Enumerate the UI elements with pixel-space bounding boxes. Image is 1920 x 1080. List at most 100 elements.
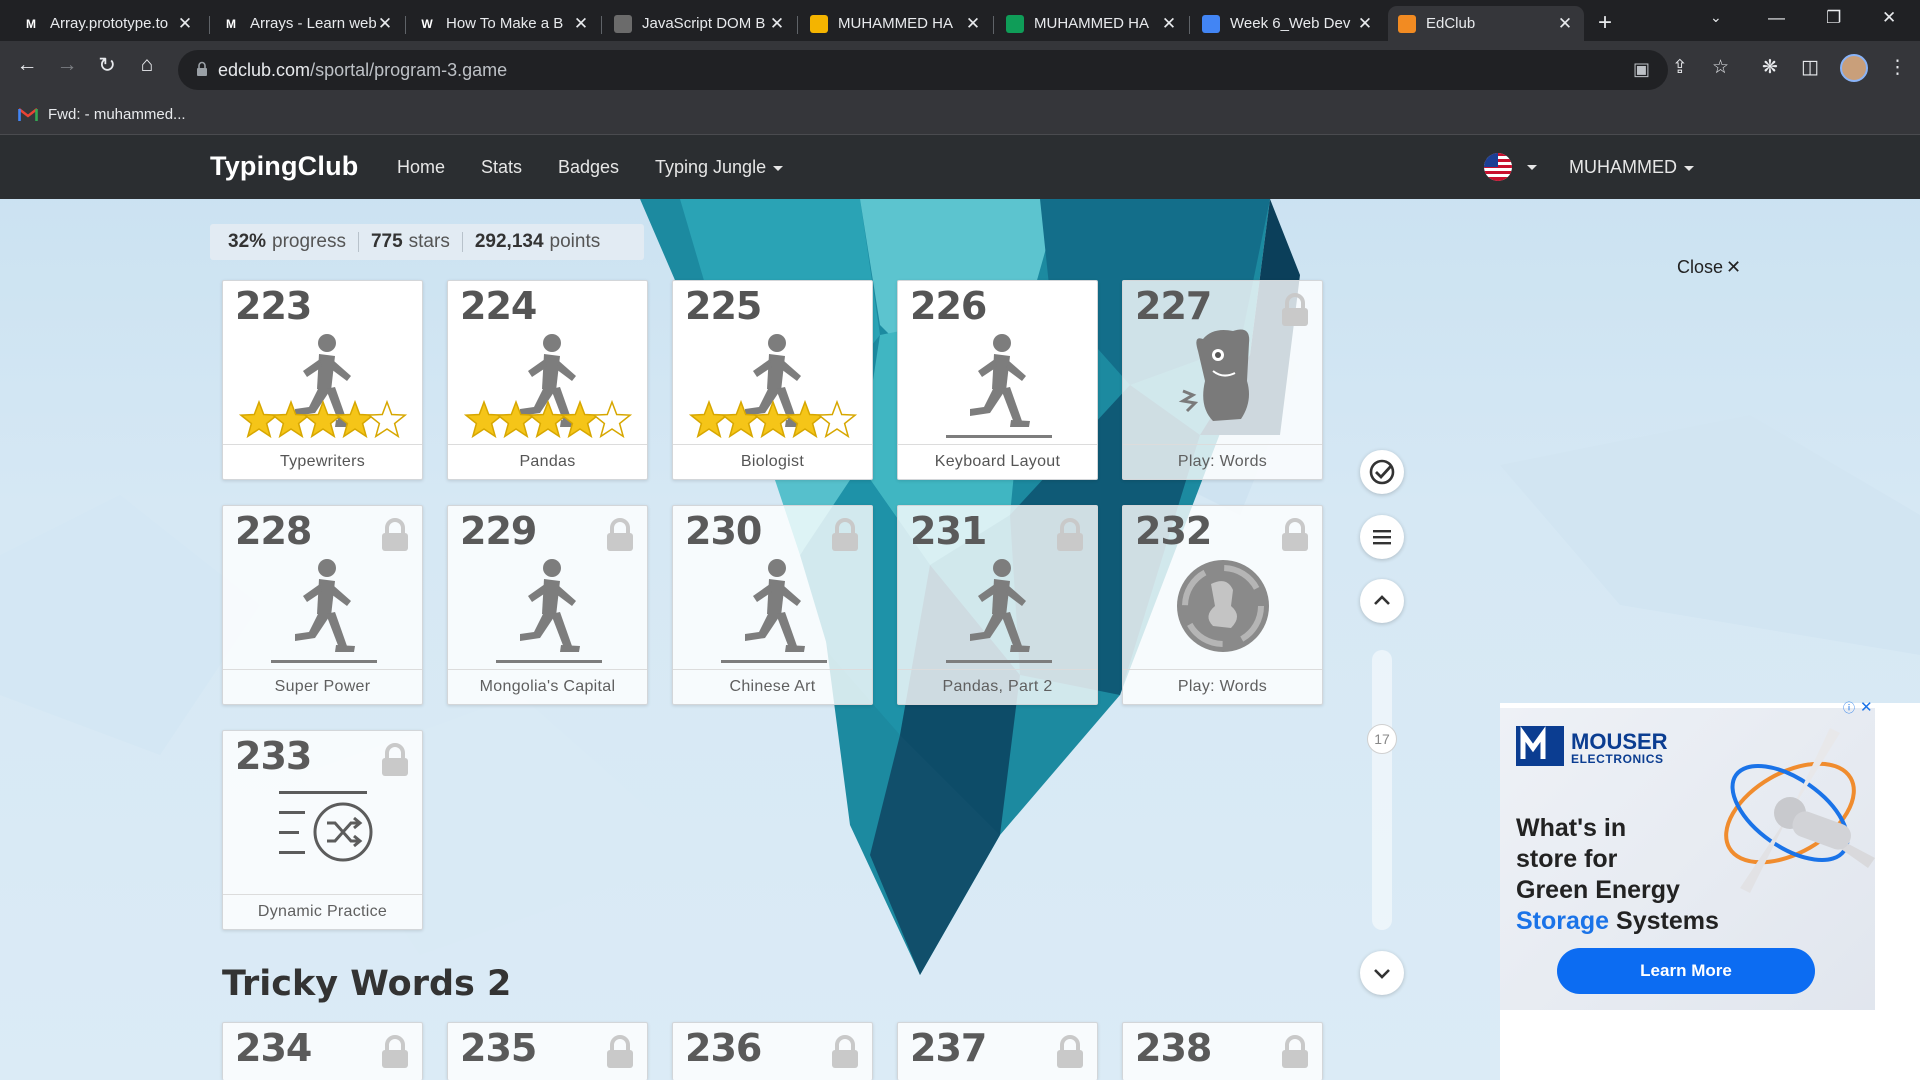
- gmail-icon: [18, 108, 38, 121]
- advertisement[interactable]: MOUSER ELECTRONICS What's in store for G…: [1500, 699, 1920, 1080]
- browser-tab[interactable]: MUHAMMED HA ✕: [800, 6, 992, 41]
- ad-highlight: Storage: [1516, 907, 1610, 935]
- close-window-icon[interactable]: ✕: [1882, 8, 1896, 28]
- share-icon[interactable]: ⇪: [1672, 56, 1688, 79]
- lesson-title: Pandas: [448, 444, 647, 479]
- star-icon: [559, 399, 601, 439]
- tab-close-icon[interactable]: ✕: [1160, 14, 1178, 34]
- lesson-card[interactable]: 235: [447, 1022, 648, 1080]
- tab-close-icon[interactable]: ✕: [176, 14, 194, 34]
- forward-icon[interactable]: →: [52, 53, 82, 77]
- us-flag-icon[interactable]: [1484, 153, 1512, 181]
- lesson-card[interactable]: 223 Typewriters: [222, 280, 423, 480]
- tab-close-icon[interactable]: ✕: [1556, 14, 1574, 34]
- new-tab-button[interactable]: +: [1598, 9, 1612, 37]
- lesson-title: Chinese Art: [673, 669, 872, 704]
- completed-filter-button[interactable]: [1360, 450, 1404, 494]
- lesson-card[interactable]: 224 Pandas: [447, 280, 648, 480]
- lesson-card[interactable]: 227 Play: Words: [1122, 280, 1323, 480]
- star-rating: [688, 399, 858, 439]
- lesson-card[interactable]: 228 Super Power: [222, 505, 423, 705]
- progress-summary: 32% progress 775 stars 292,134 points: [210, 224, 644, 260]
- tab-favicon-icon: [1006, 14, 1024, 33]
- lock-icon: [1282, 1035, 1308, 1068]
- lock-icon: [382, 1035, 408, 1068]
- bookmark-star-icon[interactable]: ☆: [1712, 56, 1729, 79]
- star-icon: [752, 399, 794, 439]
- side-panel-icon[interactable]: ◫: [1801, 56, 1819, 79]
- lesson-card[interactable]: 233 Dynamic Practice: [222, 730, 423, 930]
- browser-tab[interactable]: EdClub ✕: [1388, 6, 1584, 41]
- lesson-card[interactable]: 234: [222, 1022, 423, 1080]
- tab-close-icon[interactable]: ✕: [964, 14, 982, 34]
- tab-title: MUHAMMED HA: [838, 15, 953, 32]
- menu-button[interactable]: [1360, 515, 1404, 559]
- lesson-card[interactable]: 237: [897, 1022, 1098, 1080]
- lesson-card[interactable]: 236: [672, 1022, 873, 1080]
- star-icon: [270, 399, 312, 439]
- lesson-number: 236: [685, 1026, 762, 1070]
- back-icon[interactable]: ←: [12, 53, 42, 77]
- tab-close-icon[interactable]: ✕: [572, 14, 590, 34]
- nav-typing-jungle[interactable]: Typing Jungle: [655, 157, 784, 178]
- ad-info-icon[interactable]: ⓘ: [1843, 699, 1855, 716]
- runner-icon: [946, 334, 1052, 438]
- tab-separator: [209, 16, 210, 34]
- lesson-card[interactable]: 226 Keyboard Layout: [897, 280, 1098, 480]
- browser-tab[interactable]: M Arrays - Learn web ✕: [212, 6, 404, 41]
- tab-title: MUHAMMED HA: [1034, 15, 1149, 32]
- language-chevron-icon[interactable]: [1527, 165, 1537, 170]
- browser-tab[interactable]: Week 6_Web Dev ✕: [1192, 6, 1384, 41]
- tab-close-icon[interactable]: ✕: [1356, 14, 1374, 34]
- progress-percent: 32%: [228, 231, 267, 252]
- lesson-card[interactable]: 225 Biologist: [672, 280, 873, 480]
- ad-creative[interactable]: MOUSER ELECTRONICS What's in store for G…: [1500, 708, 1875, 1010]
- restore-icon[interactable]: ❐: [1826, 8, 1841, 28]
- browser-tab[interactable]: JavaScript DOM B ✕: [604, 6, 796, 41]
- ad-close-icon[interactable]: ✕: [1860, 698, 1873, 716]
- scroll-track[interactable]: [1372, 650, 1392, 930]
- tab-favicon-icon: W: [418, 14, 436, 33]
- lesson-card[interactable]: 231 Pandas, Part 2: [897, 505, 1098, 705]
- brand-logo[interactable]: TypingClub: [210, 151, 358, 182]
- home-icon[interactable]: ⌂: [132, 53, 162, 77]
- close-button[interactable]: Close ✕: [1677, 257, 1741, 278]
- lesson-title: Super Power: [223, 669, 422, 704]
- ad-learn-more-button[interactable]: Learn More: [1557, 948, 1815, 994]
- nav-stats[interactable]: Stats: [481, 157, 522, 178]
- profile-avatar[interactable]: [1840, 54, 1868, 82]
- scroll-down-button[interactable]: [1360, 951, 1404, 995]
- lesson-number: 234: [235, 1026, 312, 1070]
- browser-tab[interactable]: M Array.prototype.to ✕: [12, 6, 204, 41]
- scroll-up-button[interactable]: [1360, 579, 1404, 623]
- star-icon: [334, 399, 376, 439]
- tab-title: JavaScript DOM B: [642, 15, 766, 32]
- tab-close-icon[interactable]: ✕: [376, 14, 394, 34]
- lock-icon: [1057, 1035, 1083, 1068]
- star-icon: [816, 399, 858, 439]
- lesson-card[interactable]: 232 Play: Words: [1122, 505, 1323, 705]
- site-navbar: TypingClub Home Stats Badges Typing Jung…: [0, 135, 1920, 199]
- nav-home[interactable]: Home: [397, 157, 445, 178]
- lesson-card[interactable]: 229 Mongolia's Capital: [447, 505, 648, 705]
- chevron-down-icon: [1684, 165, 1694, 171]
- scroll-position-indicator[interactable]: 17: [1367, 724, 1397, 754]
- bookmark-item[interactable]: Fwd: - muhammed...: [18, 106, 186, 123]
- reload-icon[interactable]: ↻: [92, 53, 122, 78]
- divider: [357, 232, 359, 252]
- tab-separator: [601, 16, 602, 34]
- extensions-icon[interactable]: ❋: [1762, 56, 1778, 79]
- user-menu[interactable]: MUHAMMED: [1569, 157, 1694, 178]
- tab-search-chevron-icon[interactable]: ⌄: [1710, 9, 1722, 26]
- lesson-card[interactable]: 238: [1122, 1022, 1323, 1080]
- browser-tab[interactable]: W How To Make a B ✕: [408, 6, 600, 41]
- star-icon: [366, 399, 408, 439]
- browser-tab[interactable]: MUHAMMED HA ✕: [996, 6, 1188, 41]
- nav-badges[interactable]: Badges: [558, 157, 619, 178]
- tab-close-icon[interactable]: ✕: [768, 14, 786, 34]
- translate-icon[interactable]: ▣: [1633, 59, 1650, 80]
- menu-kebab-icon[interactable]: ⋮: [1888, 56, 1907, 79]
- address-bar[interactable]: edclub.com/sportal/program-3.game ▣: [178, 50, 1668, 90]
- minimize-icon[interactable]: —: [1768, 8, 1785, 28]
- lesson-card[interactable]: 230 Chinese Art: [672, 505, 873, 705]
